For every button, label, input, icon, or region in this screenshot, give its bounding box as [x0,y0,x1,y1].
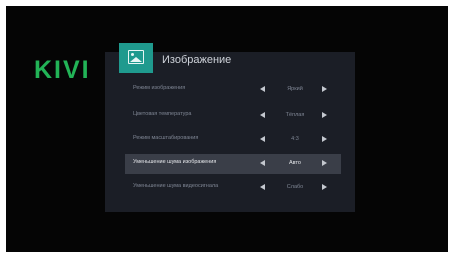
setting-row-zoom-mode[interactable]: Режим масштабирования 4:3 [125,130,341,150]
arrow-right-icon[interactable] [322,112,327,118]
setting-value: Слабо [286,184,304,190]
setting-label: Режим изображения [133,85,186,91]
setting-value: 4:3 [291,136,299,142]
arrow-left-icon[interactable] [260,160,265,166]
arrow-right-icon[interactable] [322,136,327,142]
setting-row-video-noise-reduction[interactable]: Уменьшение шума видеосигнала Слабо [125,178,341,198]
arrow-left-icon[interactable] [260,184,265,190]
arrow-right-icon[interactable] [322,86,327,92]
arrow-left-icon[interactable] [260,136,265,142]
setting-label: Режим масштабирования [133,135,199,141]
setting-value: Авто [289,160,301,166]
setting-row-picture-noise-reduction[interactable]: Уменьшение шума изображения Авто [125,154,341,174]
arrow-left-icon[interactable] [260,112,265,118]
arrow-right-icon[interactable] [322,160,327,166]
setting-value: Тёплая [285,112,305,118]
setting-label: Цветовая температура [133,111,192,117]
setting-value: Яркий [287,86,303,92]
brand-logo: KIVI [34,56,91,84]
setting-row-color-temperature[interactable]: Цветовая температура Тёплая [125,106,341,126]
setting-label: Уменьшение шума изображения [133,159,217,165]
picture-icon [119,43,153,73]
panel-title: Изображение [162,54,232,66]
setting-label: Уменьшение шума видеосигнала [133,183,219,189]
arrow-right-icon[interactable] [322,184,327,190]
arrow-left-icon[interactable] [260,86,265,92]
setting-row-picture-mode[interactable]: Режим изображения Яркий [125,80,341,100]
